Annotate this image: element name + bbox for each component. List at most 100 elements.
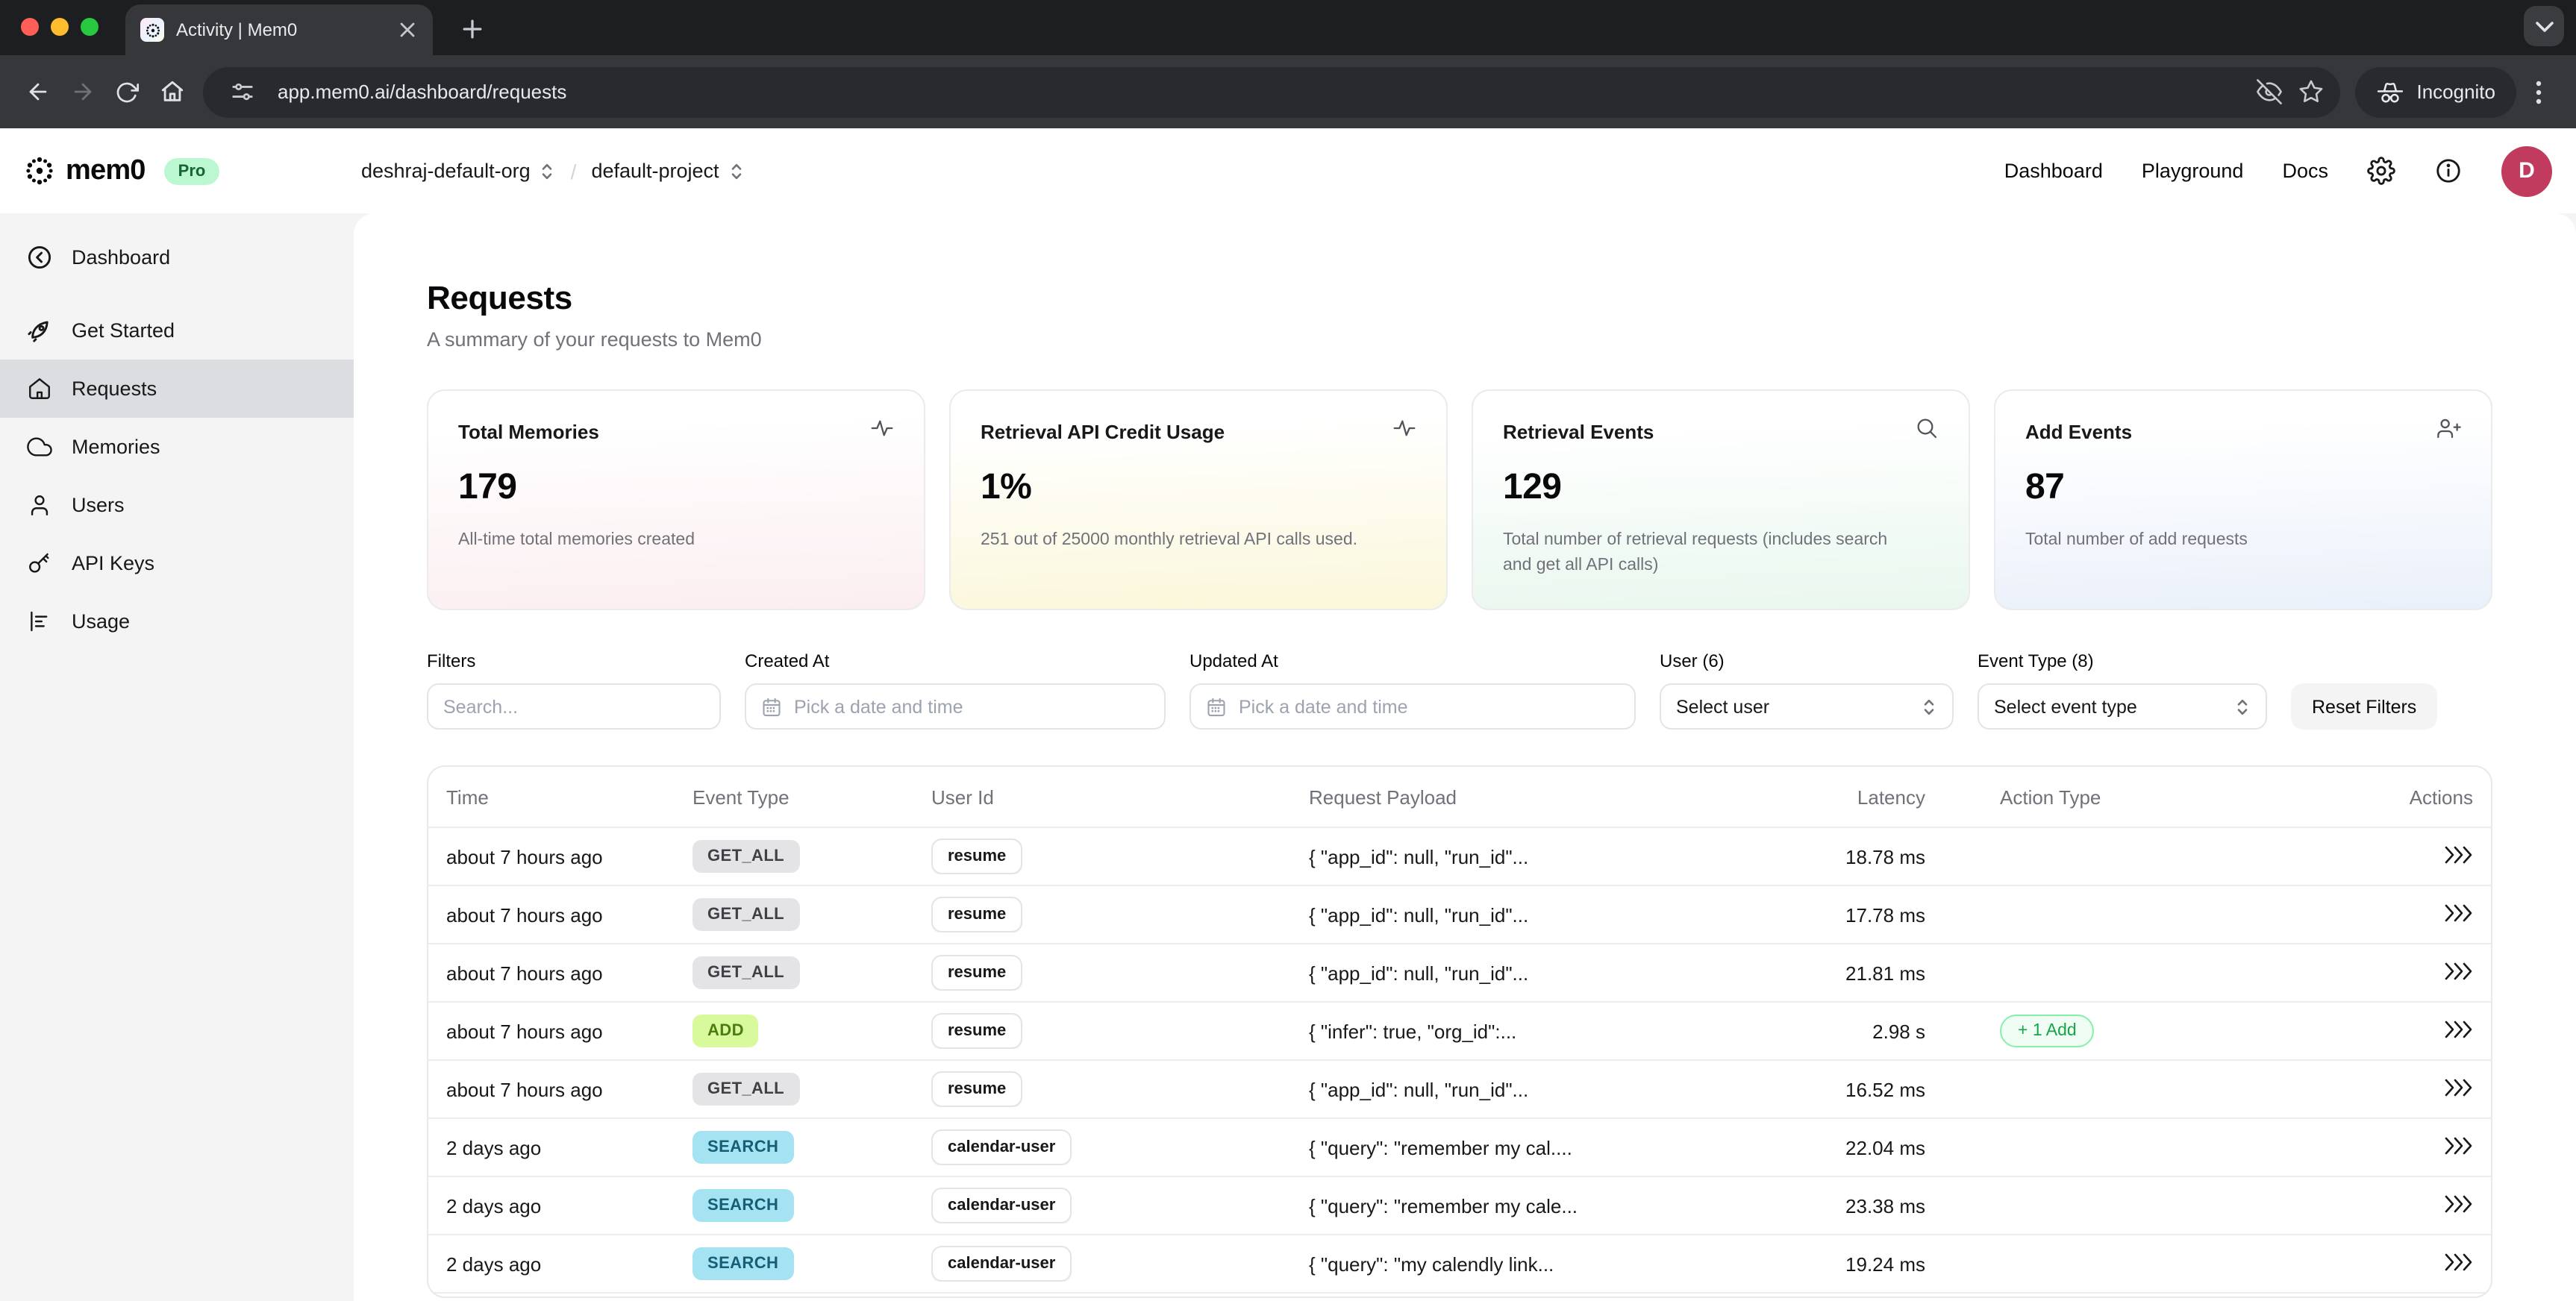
minimize-window-button[interactable] [51,18,69,36]
stat-card-description: Total number of retrieval requests (incl… [1503,528,1939,580]
cell-request-payload: { "query": "remember my cal.... [1309,1136,1776,1159]
stat-card-title: Total Memories [458,421,599,443]
user-id-badge: resume [931,897,1022,932]
event-type-select-value: Select event type [1994,696,2137,717]
new-tab-button[interactable] [454,10,490,46]
cell-time: about 7 hours ago [446,1020,693,1042]
reload-icon[interactable] [104,69,149,114]
row-actions-button[interactable] [2443,903,2473,921]
org-selector[interactable]: deshraj-default-org [361,159,556,183]
row-actions-button[interactable] [2443,962,2473,979]
sidebar-item-label: Usage [72,610,130,633]
row-actions-button[interactable] [2443,1020,2473,1038]
table-row: 2 days ago SEARCH calendar-user { "query… [428,1234,2491,1292]
site-settings-icon[interactable] [221,71,263,113]
cell-time: 2 days ago [446,1194,693,1217]
mem0-favicon-icon [140,18,164,42]
incognito-label: Incognito [2416,81,2495,103]
settings-gear-icon[interactable] [2367,157,2395,185]
table-row: 2 days ago SEARCH calendar-user { "query… [428,1176,2491,1234]
breadcrumb: deshraj-default-org / default-project [361,159,745,183]
browser-tab[interactable]: Activity | Mem0 [125,4,433,55]
cell-request-payload: { "query": "my calendly link... [1309,1253,1776,1275]
requests-table: Time Event Type User Id Request Payload … [427,765,2492,1298]
maximize-window-button[interactable] [81,18,99,36]
sidebar-item-memories[interactable]: Memories [0,418,354,476]
plan-badge: Pro [165,157,219,184]
sidebar-item-usage[interactable]: Usage [0,592,354,650]
sidebar-item-label: Users [72,494,125,516]
tab-search-button[interactable] [2524,6,2564,46]
cell-request-payload: { "app_id": null, "run_id"... [1309,962,1776,984]
info-icon[interactable] [2434,157,2463,185]
created-at-picker[interactable]: Pick a date and time [745,683,1166,730]
project-name: default-project [591,160,719,182]
stat-card-description: 251 out of 25000 monthly retrieval API c… [981,528,1416,554]
project-selector[interactable]: default-project [591,159,744,183]
user-id-badge: calendar-user [931,1188,1072,1223]
column-header-request-payload: Request Payload [1309,786,1776,808]
sidebar-item-get-started[interactable]: Get Started [0,301,354,360]
browser-tabstrip: Activity | Mem0 [0,0,2576,55]
stat-cards: Total Memories 179 All-time total memori… [427,389,2576,610]
row-actions-button[interactable] [2443,1194,2473,1212]
table-header-row: Time Event Type User Id Request Payload … [428,767,2491,827]
user-select[interactable]: Select user [1660,683,1954,730]
sidebar-item-label: Memories [72,436,160,458]
cell-time: 2 days ago [446,1136,693,1159]
nav-link-dashboard[interactable]: Dashboard [2004,160,2103,182]
incognito-badge: Incognito [2355,66,2516,117]
reset-filters-button[interactable]: Reset Filters [2291,683,2437,730]
event-type-badge: SEARCH [693,1247,793,1280]
eye-off-icon[interactable] [2248,71,2289,113]
sidebar-item-api-keys[interactable]: API Keys [0,534,354,592]
calendar-icon [761,696,782,717]
cloud-icon [27,434,52,460]
updated-at-picker[interactable]: Pick a date and time [1189,683,1636,730]
close-window-button[interactable] [21,18,39,36]
user-avatar[interactable]: D [2501,145,2552,196]
stat-card-description: All-time total memories created [458,528,894,554]
event-type-select[interactable]: Select event type [1978,683,2267,730]
stat-card-title: Retrieval Events [1503,421,1654,443]
browser-menu-icon[interactable] [2516,69,2561,114]
row-actions-button[interactable] [2443,1253,2473,1270]
sidebar-item-requests[interactable]: Requests [0,360,354,418]
tab-close-icon[interactable] [394,16,421,43]
sidebar-item-users[interactable]: Users [0,476,354,534]
sidebar-item-label: Get Started [72,319,175,342]
nav-link-playground[interactable]: Playground [2142,160,2244,182]
column-header-latency: Latency [1776,786,1925,808]
app-shell: Dashboard Get Started Requests Memories User… [0,213,2576,1301]
search-input[interactable] [427,683,721,730]
nav-link-docs[interactable]: Docs [2282,160,2328,182]
url-bar[interactable]: app.mem0.ai/dashboard/requests [203,66,2340,117]
bookmark-star-icon[interactable] [2289,71,2331,113]
forward-icon[interactable] [60,69,104,114]
url-text[interactable]: app.mem0.ai/dashboard/requests [278,81,2248,103]
cell-latency: 19.24 ms [1776,1253,1925,1275]
stat-card-title: Add Events [2025,421,2132,443]
home-icon[interactable] [149,69,194,114]
page-title: Requests [427,279,2576,318]
app-header: mem0 Pro deshraj-default-org / default-p… [0,128,2576,213]
cell-latency: 16.52 ms [1776,1078,1925,1100]
back-icon[interactable] [15,69,60,114]
updated-at-placeholder: Pick a date and time [1239,696,1408,717]
sidebar-item-dashboard[interactable]: Dashboard [0,228,354,286]
column-header-event-type: Event Type [693,786,931,808]
header-nav: Dashboard Playground Docs D [2004,145,2552,196]
activity-icon [1392,416,1416,448]
table-row: about 7 hours ago GET_ALL resume { "app_… [428,827,2491,885]
user-id-badge: calendar-user [931,1129,1072,1165]
row-actions-button[interactable] [2443,1078,2473,1096]
mem0-logo[interactable]: mem0 Pro [24,154,219,187]
org-name: deshraj-default-org [361,160,531,182]
row-actions-button[interactable] [2443,845,2473,863]
chevron-up-down-icon [1921,695,1937,718]
stat-card-retrieval-api-credit-usage: Retrieval API Credit Usage 1% 251 out of… [949,389,1448,610]
updated-at-label: Updated At [1189,650,1636,671]
stat-card-description: Total number of add requests [2025,528,2461,554]
user-id-badge: resume [931,1013,1022,1049]
row-actions-button[interactable] [2443,1136,2473,1154]
